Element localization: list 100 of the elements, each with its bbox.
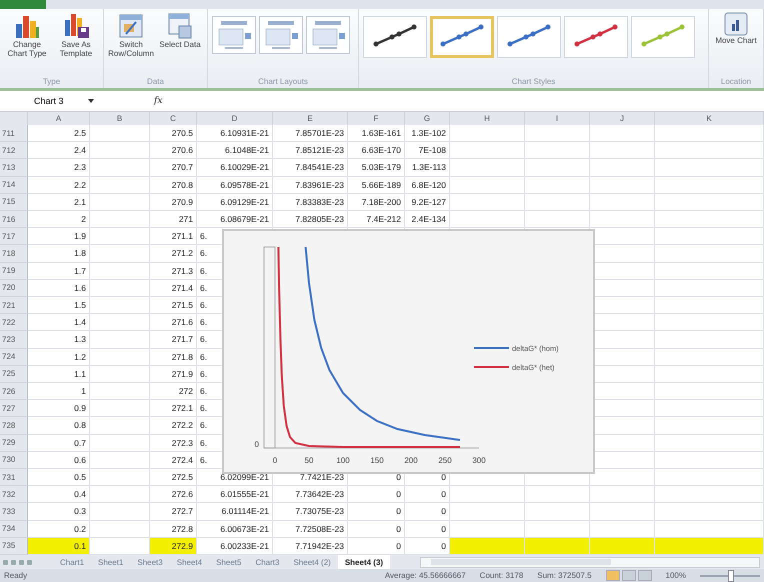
row-header[interactable]: 716 xyxy=(0,211,28,228)
column-header[interactable]: G xyxy=(405,112,450,125)
table-cell xyxy=(90,486,150,504)
row-header[interactable]: 730 xyxy=(0,452,28,469)
table-cell: 271.5 xyxy=(150,297,197,314)
row-header[interactable]: 731 xyxy=(0,469,28,486)
row-header[interactable]: 711 xyxy=(0,125,28,142)
ribbon-button[interactable]: Change Chart Type xyxy=(4,12,50,58)
table-cell: 1.6 xyxy=(28,280,90,297)
page-layout-icon[interactable] xyxy=(622,570,636,581)
table-cell: 7.73642E-23 xyxy=(273,486,348,504)
row-header[interactable]: 725 xyxy=(0,366,28,383)
sheet-tab[interactable]: Chart1 xyxy=(53,555,92,569)
chart-style-thumbnail[interactable] xyxy=(631,16,696,58)
row-header[interactable]: 721 xyxy=(0,297,28,314)
page-break-icon[interactable] xyxy=(638,570,652,581)
column-header[interactable]: E xyxy=(273,112,348,125)
table-cell: 0 xyxy=(348,503,405,521)
sheet-tab[interactable]: Sheet5 xyxy=(209,555,248,569)
ribbon-button[interactable]: Switch Row/Column xyxy=(108,12,154,58)
axis-tick-label: 100 xyxy=(336,456,350,465)
column-header[interactable]: B xyxy=(90,112,150,125)
table-cell: 9.2E-127 xyxy=(405,194,450,211)
table-cell xyxy=(90,159,150,177)
table-cell xyxy=(90,262,150,280)
row-header[interactable]: 729 xyxy=(0,434,28,452)
row-header[interactable]: 732 xyxy=(0,486,28,504)
row-header[interactable]: 719 xyxy=(0,262,28,280)
group-label: Type xyxy=(42,77,62,88)
table-cell: 272 xyxy=(150,383,197,400)
row-header[interactable]: 726 xyxy=(0,383,28,400)
table-cell: 0 xyxy=(348,520,405,538)
sheet-tab[interactable]: Sheet4 xyxy=(170,555,210,569)
table-cell xyxy=(590,142,655,160)
table-cell: 2.1 xyxy=(28,194,90,211)
normal-view-icon[interactable] xyxy=(606,570,620,581)
table-cell xyxy=(90,452,150,469)
sheet-tab[interactable]: Sheet1 xyxy=(91,555,130,569)
layout-thumbnail[interactable] xyxy=(306,16,350,54)
row-header[interactable]: 724 xyxy=(0,348,28,366)
row-header[interactable]: 735 xyxy=(0,538,28,555)
row-header[interactable]: 713 xyxy=(0,159,28,177)
axis-tick-label: 50 xyxy=(304,456,314,465)
table-cell: 1.4 xyxy=(28,314,90,332)
column-header[interactable]: C xyxy=(150,112,197,125)
status-text: Count: 3178 xyxy=(480,571,524,580)
table-cell xyxy=(90,280,150,297)
sheet-tab[interactable]: Chart3 xyxy=(248,555,286,569)
table-cell: 6.01114E-21 xyxy=(197,503,273,521)
column-header[interactable]: H xyxy=(450,112,525,125)
row-header[interactable]: 723 xyxy=(0,331,28,349)
column-header[interactable]: D xyxy=(197,112,273,125)
chart-style-thumbnail[interactable] xyxy=(430,16,494,58)
row-header[interactable]: 728 xyxy=(0,417,28,435)
zoom-level[interactable]: 100% xyxy=(666,571,686,580)
table-cell: 0.9 xyxy=(28,400,90,418)
ribbon-button[interactable]: Save As Template xyxy=(53,12,99,58)
row-header[interactable]: 714 xyxy=(0,176,28,194)
column-header[interactable]: I xyxy=(525,112,590,125)
column-header[interactable]: K xyxy=(655,112,764,125)
table-cell: 1 xyxy=(28,383,90,400)
chart-style-thumbnail[interactable] xyxy=(363,16,428,58)
sheet-tab[interactable]: Sheet4 (3) xyxy=(338,555,390,569)
table-cell: 2.3 xyxy=(28,159,90,177)
chart-save-icon xyxy=(62,12,90,40)
table-cell: 2.5 xyxy=(28,125,90,142)
sheet-tab[interactable]: Sheet3 xyxy=(130,555,170,569)
table-cell: 1.5 xyxy=(28,297,90,314)
row-header[interactable]: 734 xyxy=(0,520,28,538)
row-header[interactable]: 720 xyxy=(0,280,28,297)
table-cell: 1.9 xyxy=(28,228,90,246)
row-header[interactable]: 733 xyxy=(0,503,28,521)
row-header[interactable]: 717 xyxy=(0,228,28,246)
sheet-tab[interactable]: Sheet4 (2) xyxy=(286,555,338,569)
table-cell: 272.2 xyxy=(150,417,197,435)
function-label[interactable]: fx xyxy=(154,96,162,106)
row-header[interactable]: 715 xyxy=(0,194,28,211)
row-header[interactable]: 727 xyxy=(0,400,28,418)
table-cell: 7.82805E-23 xyxy=(273,211,348,228)
table-cell: 272.5 xyxy=(150,469,197,486)
table-cell: 6.10931E-21 xyxy=(197,125,273,142)
group-label: Data xyxy=(146,77,165,88)
chart-style-thumbnail[interactable] xyxy=(497,16,562,58)
row-header[interactable]: 722 xyxy=(0,314,28,332)
chart-style-thumbnail[interactable] xyxy=(564,16,628,58)
row-header[interactable]: 712 xyxy=(0,142,28,160)
group-label: Location xyxy=(720,77,752,88)
layout-thumbnail[interactable] xyxy=(212,16,256,54)
table-cell: 7.73075E-23 xyxy=(273,503,348,521)
column-header[interactable]: J xyxy=(590,112,655,125)
column-header[interactable]: F xyxy=(348,112,405,125)
table-cell xyxy=(525,159,590,177)
column-header[interactable]: A xyxy=(28,112,90,125)
table-cell: 0.7 xyxy=(28,434,90,452)
layout-thumbnail[interactable] xyxy=(259,16,303,54)
table-cell: 7.84541E-23 xyxy=(273,159,348,177)
ribbon-button[interactable]: Select Data xyxy=(157,12,203,50)
row-header[interactable]: 718 xyxy=(0,245,28,263)
horizontal-scrollbar[interactable] xyxy=(420,556,760,568)
ribbon-button[interactable]: Move Chart xyxy=(713,12,759,46)
